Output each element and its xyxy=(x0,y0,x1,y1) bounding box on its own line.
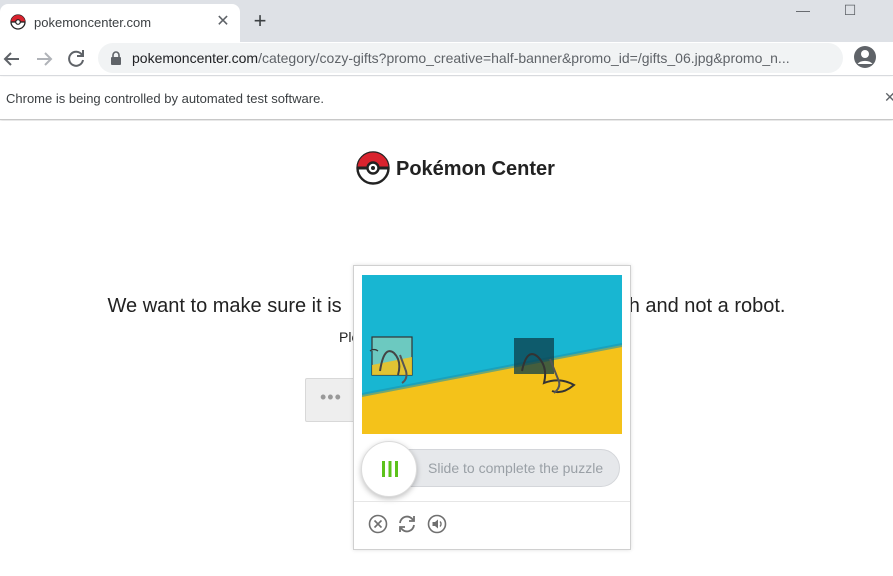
reload-icon[interactable] xyxy=(64,47,88,71)
slider-knob[interactable] xyxy=(361,441,417,497)
browser-toolbar: pokemoncenter.com/category/cozy-gifts?pr… xyxy=(0,42,893,76)
profile-avatar-icon[interactable] xyxy=(853,45,877,69)
maximize-button[interactable]: ☐ xyxy=(827,2,873,22)
captcha-trigger-box[interactable]: ••• xyxy=(305,378,355,422)
loading-dots: ••• xyxy=(320,387,342,407)
tab-close-icon[interactable]: ✕ xyxy=(214,13,232,31)
browser-tab[interactable]: pokemoncenter.com ✕ xyxy=(0,4,240,42)
refresh-icon[interactable] xyxy=(396,513,418,535)
automation-infobar: Chrome is being controlled by automated … xyxy=(0,77,893,120)
infobar-close-icon[interactable]: ✕ xyxy=(884,89,893,106)
url-text: pokemoncenter.com/category/cozy-gifts?pr… xyxy=(132,50,802,66)
infobar-message: Chrome is being controlled by automated … xyxy=(6,91,324,106)
page-content: Pokémon Center We want to make sure it i… xyxy=(0,121,893,576)
close-icon[interactable] xyxy=(367,513,389,535)
tab-strip: pokemoncenter.com ✕ + — ☐ xyxy=(0,0,893,42)
puzzle-gap-shadow xyxy=(514,338,554,374)
forward-arrow-icon[interactable] xyxy=(32,47,56,71)
slider-hint: Slide to complete the puzzle xyxy=(428,460,604,476)
tab-title: pokemoncenter.com xyxy=(34,15,152,30)
verify-heading-right: h and not a robot. xyxy=(628,295,786,317)
captcha-divider xyxy=(354,501,630,502)
minimize-button[interactable]: — xyxy=(780,2,826,22)
puzzle-image xyxy=(362,275,622,434)
slider-captcha-popup: Slide to complete the puzzle xyxy=(353,265,631,550)
audio-icon[interactable] xyxy=(426,513,448,535)
url-host: pokemoncenter.com xyxy=(132,50,259,66)
address-bar[interactable]: pokemoncenter.com/category/cozy-gifts?pr… xyxy=(98,43,843,73)
back-arrow-icon[interactable] xyxy=(0,47,24,71)
url-path: /category/cozy-gifts?promo_creative=half… xyxy=(258,50,790,66)
lock-icon[interactable] xyxy=(110,51,122,65)
logo-text: Pokémon Center xyxy=(396,158,555,180)
verify-heading-left: We want to make sure it is xyxy=(107,295,342,317)
drag-handle-icon xyxy=(382,461,398,477)
pokemon-center-logo[interactable]: Pokémon Center xyxy=(356,151,576,187)
new-tab-button[interactable]: + xyxy=(250,10,270,32)
pokeball-favicon-icon xyxy=(10,14,26,30)
pokeball-logo-icon xyxy=(356,151,390,185)
